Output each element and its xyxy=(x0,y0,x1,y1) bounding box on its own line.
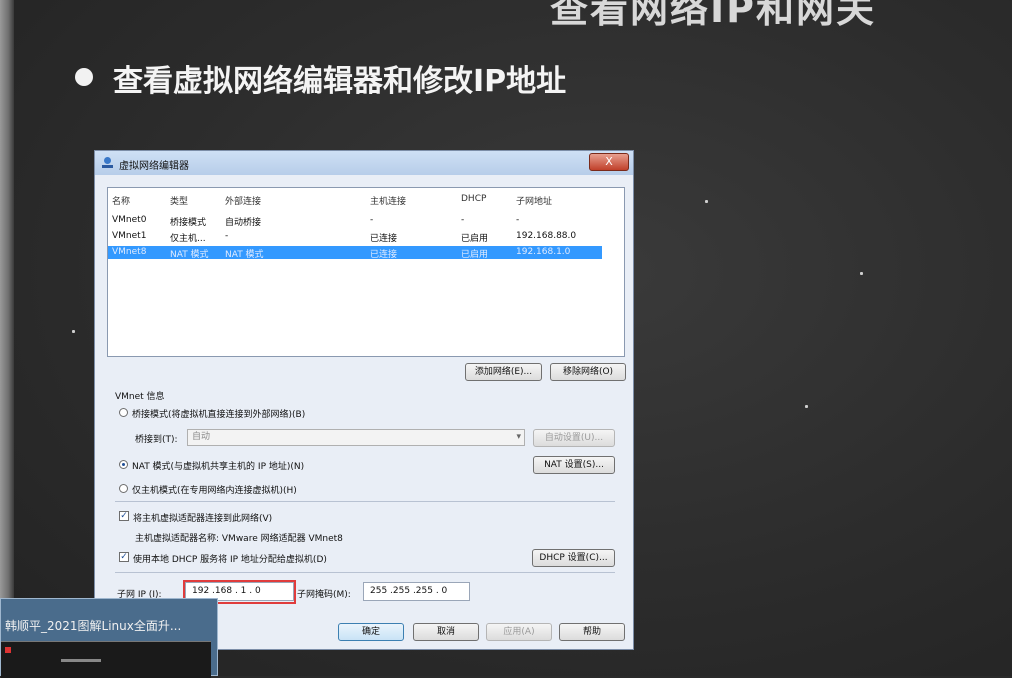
cancel-button[interactable]: 取消 xyxy=(413,623,479,641)
cell-host: - xyxy=(370,215,374,225)
nat-mode-radio[interactable] xyxy=(119,460,128,469)
network-row-vmnet1[interactable]: VMnet1 仅主机... - 已连接 已启用 192.168.88.0 xyxy=(108,230,624,244)
cell-type: NAT 模式 xyxy=(170,250,209,260)
thumbnail-preview xyxy=(1,641,211,678)
slide-top-title: 查看网络IP和网关 xyxy=(550,0,876,31)
cell-type: 桥接模式 xyxy=(170,218,207,228)
left-edge-strip xyxy=(0,0,14,676)
separator xyxy=(115,501,615,502)
column-header-subnet[interactable]: 子网地址 xyxy=(516,194,552,207)
cell-name: VMnet1 xyxy=(112,231,147,241)
column-header-external[interactable]: 外部连接 xyxy=(225,194,261,207)
vmnet-info-label: VMnet 信息 xyxy=(115,392,165,402)
bridged-to-label: 桥接到(T): xyxy=(135,435,178,445)
dialog-titlebar[interactable]: 虚拟网络编辑器 X xyxy=(95,151,633,175)
bridged-to-select[interactable]: 自动 ▾ xyxy=(187,429,525,446)
column-header-dhcp[interactable]: DHCP xyxy=(461,194,486,204)
cell-external: - xyxy=(225,231,229,241)
apply-button[interactable]: 应用(A) xyxy=(486,623,552,641)
use-dhcp-checkbox[interactable]: ✓ xyxy=(119,552,129,562)
bridged-mode-label[interactable]: 桥接模式(将虚拟机直接连接到外部网络)(B) xyxy=(132,407,305,420)
bridged-mode-radio[interactable] xyxy=(119,408,128,417)
chalk-speck xyxy=(705,200,708,203)
nat-mode-label[interactable]: NAT 模式(与虚拟机共享主机的 IP 地址)(N) xyxy=(132,459,304,472)
cell-dhcp: 已启用 xyxy=(461,234,489,244)
taskbar-thumbnail[interactable]: 韩顺平_2021图解Linux全面升... xyxy=(0,598,218,678)
cell-dhcp: - xyxy=(461,215,465,225)
cell-subnet: 192.168.1.0 xyxy=(516,247,571,257)
column-header-type[interactable]: 类型 xyxy=(170,194,188,207)
network-list-header: 名称 类型 外部连接 主机连接 DHCP 子网地址 xyxy=(108,188,624,208)
connect-adapter-label[interactable]: 将主机虚拟适配器连接到此网络(V) xyxy=(133,511,272,524)
cell-subnet: 192.168.88.0 xyxy=(516,231,577,241)
bridged-to-value: 自动 xyxy=(192,432,211,442)
column-header-host[interactable]: 主机连接 xyxy=(370,194,406,207)
cell-name: VMnet8 xyxy=(112,247,147,257)
thumbnail-line xyxy=(61,659,101,662)
thumbnail-title: 韩顺平_2021图解Linux全面升... xyxy=(5,619,182,633)
auto-settings-button[interactable]: 自动设置(U)... xyxy=(533,429,615,447)
cell-external: 自动桥接 xyxy=(225,218,262,228)
chevron-down-icon: ▾ xyxy=(516,432,521,442)
network-row-vmnet8[interactable]: VMnet8 NAT 模式 NAT 模式 已连接 已启用 192.168.1.0 xyxy=(108,246,602,260)
dhcp-settings-button[interactable]: DHCP 设置(C)... xyxy=(532,549,615,567)
chalk-speck xyxy=(805,405,808,408)
cell-subnet: - xyxy=(516,215,520,225)
thumbnail-marker xyxy=(5,647,11,653)
cell-host: 已连接 xyxy=(370,250,398,260)
cell-name: VMnet0 xyxy=(112,215,147,225)
use-dhcp-label[interactable]: 使用本地 DHCP 服务将 IP 地址分配给虚拟机(D) xyxy=(133,552,327,565)
host-only-label[interactable]: 仅主机模式(在专用网络内连接虚拟机)(H) xyxy=(132,483,297,496)
nat-settings-button[interactable]: NAT 设置(S)... xyxy=(533,456,615,474)
cell-dhcp: 已启用 xyxy=(461,250,489,260)
help-button[interactable]: 帮助 xyxy=(559,623,625,641)
bullet-text: 查看虚拟网络编辑器和修改IP地址 xyxy=(113,64,567,99)
dialog-title: 虚拟网络编辑器 xyxy=(119,161,189,172)
separator xyxy=(115,572,615,573)
cell-external: NAT 模式 xyxy=(225,250,264,260)
virtual-network-editor-dialog: 虚拟网络编辑器 X 名称 类型 外部连接 主机连接 DHCP 子网地址 VMne… xyxy=(94,150,634,650)
network-list[interactable]: 名称 类型 外部连接 主机连接 DHCP 子网地址 VMnet0 桥接模式 自动… xyxy=(107,187,625,357)
subnet-mask-input[interactable]: 255 .255 .255 . 0 xyxy=(363,582,470,601)
adapter-name-label: 主机虚拟适配器名称: VMware 网络适配器 VMnet8 xyxy=(135,534,343,544)
ok-button[interactable]: 确定 xyxy=(338,623,404,641)
bullet-dot xyxy=(75,68,93,86)
chalk-speck xyxy=(860,272,863,275)
column-header-name[interactable]: 名称 xyxy=(112,194,130,207)
cell-type: 仅主机... xyxy=(170,234,206,244)
add-network-button[interactable]: 添加网络(E)... xyxy=(465,363,542,381)
network-editor-icon xyxy=(102,157,113,168)
subnet-mask-label: 子网掩码(M): xyxy=(297,590,351,600)
remove-network-button[interactable]: 移除网络(O) xyxy=(550,363,626,381)
cell-host: 已连接 xyxy=(370,234,398,244)
connect-adapter-checkbox[interactable]: ✓ xyxy=(119,511,129,521)
close-button[interactable]: X xyxy=(589,153,629,171)
host-only-radio[interactable] xyxy=(119,484,128,493)
chalk-speck xyxy=(72,330,75,333)
network-row-vmnet0[interactable]: VMnet0 桥接模式 自动桥接 - - - xyxy=(108,214,624,228)
